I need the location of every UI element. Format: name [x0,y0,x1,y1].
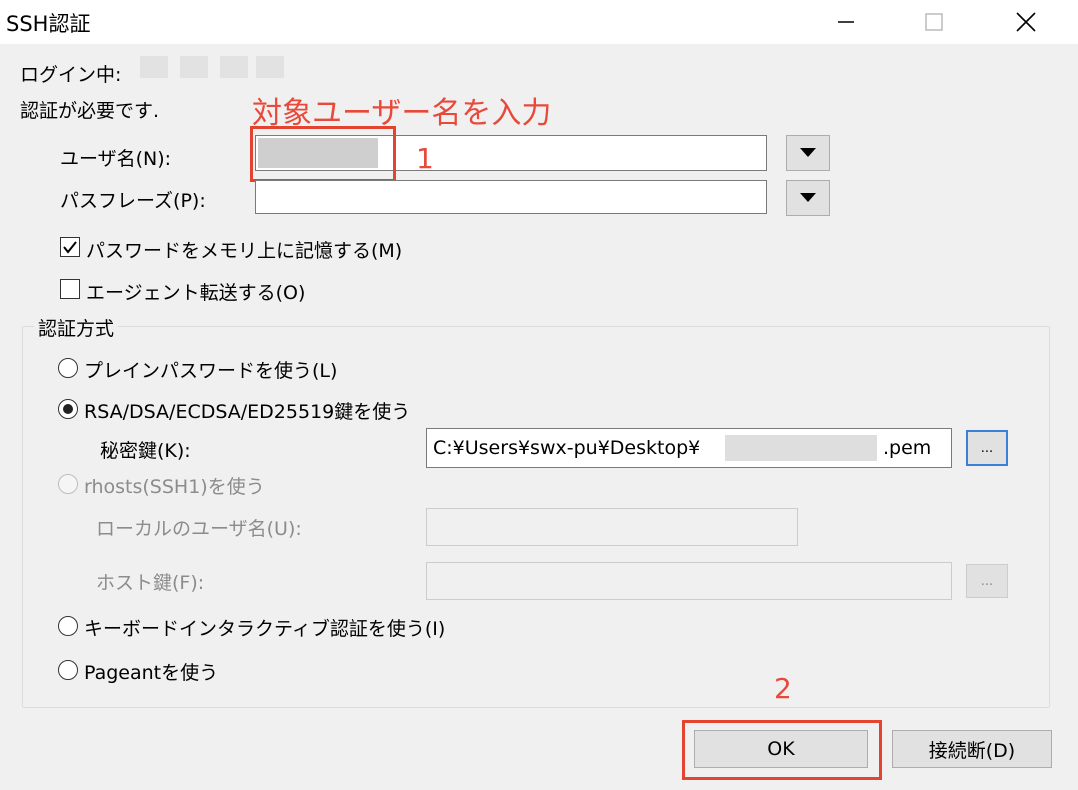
check-icon [63,241,77,254]
radio-pageant[interactable] [58,660,78,680]
host-key-input[interactable] [426,562,952,600]
login-label: ログイン中: [20,64,122,86]
radio-plain-password[interactable] [58,358,78,378]
remember-password-checkbox[interactable] [60,237,80,257]
radio-rsa-key[interactable] [58,399,78,419]
auth-method-group-label: 認証方式 [34,314,119,341]
passphrase-input[interactable] [255,180,767,214]
title-bar: SSH認証 [0,0,1078,44]
step-1-annotation: 1 [416,142,434,175]
passphrase-dropdown-button[interactable] [786,180,830,216]
close-icon [1016,12,1036,32]
username-dropdown-button[interactable] [786,135,830,171]
rhosts-label: rhosts(SSH1)を使う [84,476,265,498]
host-key-label: ホスト鍵(F): [96,572,205,594]
agent-forward-label: エージェント転送する(O) [86,282,306,304]
private-key-label: 秘密鍵(K): [100,440,191,462]
local-user-input[interactable] [426,508,798,546]
private-key-path-suffix: .pem [883,437,932,459]
chevron-down-icon [800,148,816,157]
step-2-annotation: 2 [774,672,792,705]
disconnect-button[interactable]: 接続断(D) [892,730,1052,768]
pageant-label: Pageantを使う [84,662,219,684]
agent-forward-checkbox[interactable] [60,279,80,299]
username-label: ユーザ名(N): [60,148,172,170]
rsa-key-label: RSA/DSA/ECDSA/ED25519鍵を使う [84,401,411,423]
highlight-box-ok [682,720,882,780]
remember-password-label: パスワードをメモリ上に記憶する(M) [86,240,403,262]
redacted-filename [725,435,877,461]
highlight-box-username [250,126,396,182]
maximize-button[interactable] [904,0,964,44]
plain-password-label: プレインパスワードを使う(L) [84,360,338,382]
chevron-down-icon [800,193,816,202]
window-title: SSH認証 [6,12,91,36]
private-key-browse-button[interactable]: ... [966,430,1008,466]
minimize-button[interactable] [816,0,876,44]
private-key-path-prefix: C:¥Users¥swx-pu¥Desktop¥ [433,437,701,459]
host-key-browse-button[interactable]: ... [966,564,1008,598]
keyboard-interactive-label: キーボードインタラクティブ認証を使う(I) [84,618,446,640]
close-button[interactable] [996,0,1056,44]
minimize-icon [838,21,854,23]
radio-keyboard-interactive[interactable] [58,616,78,636]
private-key-input[interactable]: C:¥Users¥swx-pu¥Desktop¥ .pem [426,428,952,468]
local-user-label: ローカルのユーザ名(U): [96,518,302,540]
maximize-icon [925,13,943,31]
auth-required-text: 認証が必要です. [20,100,160,122]
passphrase-label: パスフレーズ(P): [60,190,206,212]
radio-rhosts[interactable] [58,474,78,494]
